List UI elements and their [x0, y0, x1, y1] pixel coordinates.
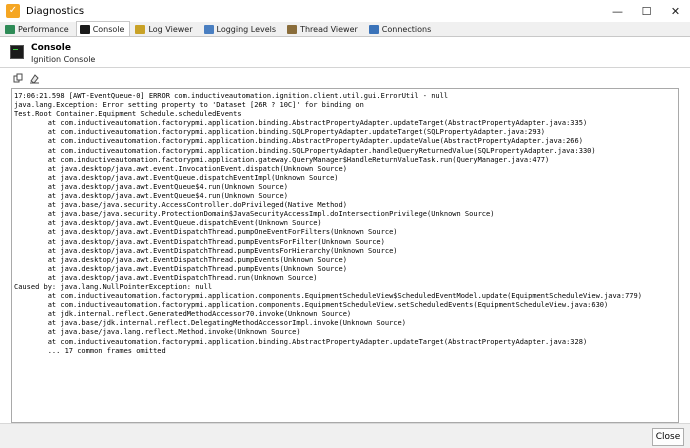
window-controls: — ☐ ✕ — [603, 0, 690, 22]
log-line: at java.base/java.security.AccessControl… — [14, 201, 347, 210]
log-line: at com.inductiveautomation.factorypmi.ap… — [14, 301, 609, 310]
tab-connections[interactable]: Connections — [365, 22, 437, 36]
tab-strip: Performance Console Log Viewer Logging Leve… — [0, 21, 690, 37]
log-line: at java.desktop/java.awt.EventDispatchTh… — [14, 255, 347, 264]
console-icon — [79, 24, 90, 34]
panel-header: Console Ignition Console — [10, 43, 95, 65]
console-icon — [10, 45, 24, 59]
log-line: at java.desktop/java.awt.EventDispatchTh… — [14, 246, 398, 255]
log-line: 17:06:21.598 [AWT-EventQueue-0] ERROR co… — [14, 92, 449, 100]
close-button[interactable]: Close — [652, 428, 684, 446]
log-line: at com.inductiveautomation.factorypmi.ap… — [14, 292, 642, 301]
log-line: at jdk.internal.reflect.GeneratedMethodA… — [14, 310, 352, 319]
console-log-area[interactable]: 17:06:21.598 [AWT-EventQueue-0] ERROR co… — [11, 88, 679, 423]
log-line: java.lang.Exception: Error setting prope… — [14, 101, 364, 110]
maximize-button[interactable]: ☐ — [632, 0, 661, 22]
log-line: Test.Root Container.Equipment Schedule.s… — [14, 110, 242, 119]
tab-label: Console — [92, 24, 125, 34]
log-line: at java.desktop/java.awt.EventQueue.disp… — [14, 173, 339, 182]
performance-icon — [5, 25, 15, 34]
log-line: at com.inductiveautomation.factorypmi.ap… — [14, 128, 546, 137]
ignition-app-icon: ✓ — [6, 4, 20, 18]
log-line: at java.desktop/java.awt.EventDispatchTh… — [14, 273, 318, 282]
tab-log-viewer[interactable]: Log Viewer — [131, 22, 198, 36]
log-line: at com.inductiveautomation.factorypmi.ap… — [14, 137, 583, 146]
console-panel: Console Ignition Console 17:06:21.598 [A… — [0, 37, 690, 423]
log-line: at java.desktop/java.awt.EventQueue.disp… — [14, 219, 322, 228]
tab-console[interactable]: Console — [75, 21, 131, 36]
log-line: Caused by: java.lang.NullPointerExceptio… — [14, 282, 213, 291]
log-line: at com.inductiveautomation.factorypmi.ap… — [14, 146, 596, 155]
log-line: at java.base/java.security.ProtectionDom… — [14, 210, 495, 219]
title-bar: ✓ Diagnostics — ☐ ✕ — [0, 0, 690, 22]
tab-label: Performance — [18, 25, 69, 34]
log-line: ... 17 common frames omitted — [14, 346, 166, 355]
console-toolbar — [12, 73, 40, 84]
log-line: at java.desktop/java.awt.EventDispatchTh… — [14, 264, 347, 273]
tab-performance[interactable]: Performance — [1, 22, 75, 36]
log-line: at java.desktop/java.awt.event.Invocatio… — [14, 164, 347, 173]
thread-viewer-icon — [287, 25, 298, 34]
log-line: at java.desktop/java.awt.EventDispatchTh… — [14, 237, 385, 246]
divider — [0, 67, 690, 68]
panel-subtitle: Ignition Console — [31, 55, 96, 64]
tab-label: Log Viewer — [148, 25, 193, 34]
tab-label: Logging Levels — [216, 25, 277, 34]
log-line: at com.inductiveautomation.factorypmi.ap… — [14, 119, 588, 128]
connections-icon — [368, 25, 379, 34]
tab-logging-levels[interactable]: Logging Levels — [200, 22, 283, 36]
clear-icon[interactable] — [28, 73, 40, 84]
tab-thread-viewer[interactable]: Thread Viewer — [283, 22, 364, 36]
tab-label: Thread Viewer — [300, 25, 358, 34]
tab-label: Connections — [381, 25, 432, 34]
log-line: at java.desktop/java.awt.EventQueue$4.ru… — [14, 192, 288, 201]
log-line: at java.desktop/java.awt.EventDispatchTh… — [14, 228, 398, 237]
copy-icon[interactable] — [12, 73, 24, 84]
window-title: Diagnostics — [26, 5, 85, 17]
logging-levels-icon — [203, 25, 214, 34]
log-line: at com.inductiveautomation.factorypmi.ap… — [14, 155, 550, 164]
log-line: at java.base/jdk.internal.reflect.Delega… — [14, 319, 406, 328]
log-viewer-icon — [135, 25, 146, 34]
log-line: at java.desktop/java.awt.EventQueue$4.ru… — [14, 182, 288, 191]
close-window-button[interactable]: ✕ — [661, 0, 690, 22]
log-line: at java.base/java.lang.reflect.Method.in… — [14, 328, 301, 337]
minimize-button[interactable]: — — [603, 0, 632, 22]
log-line: at com.inductiveautomation.factorypmi.ap… — [14, 337, 588, 346]
dialog-footer: Close — [0, 423, 690, 448]
panel-title: Console — [31, 43, 71, 53]
